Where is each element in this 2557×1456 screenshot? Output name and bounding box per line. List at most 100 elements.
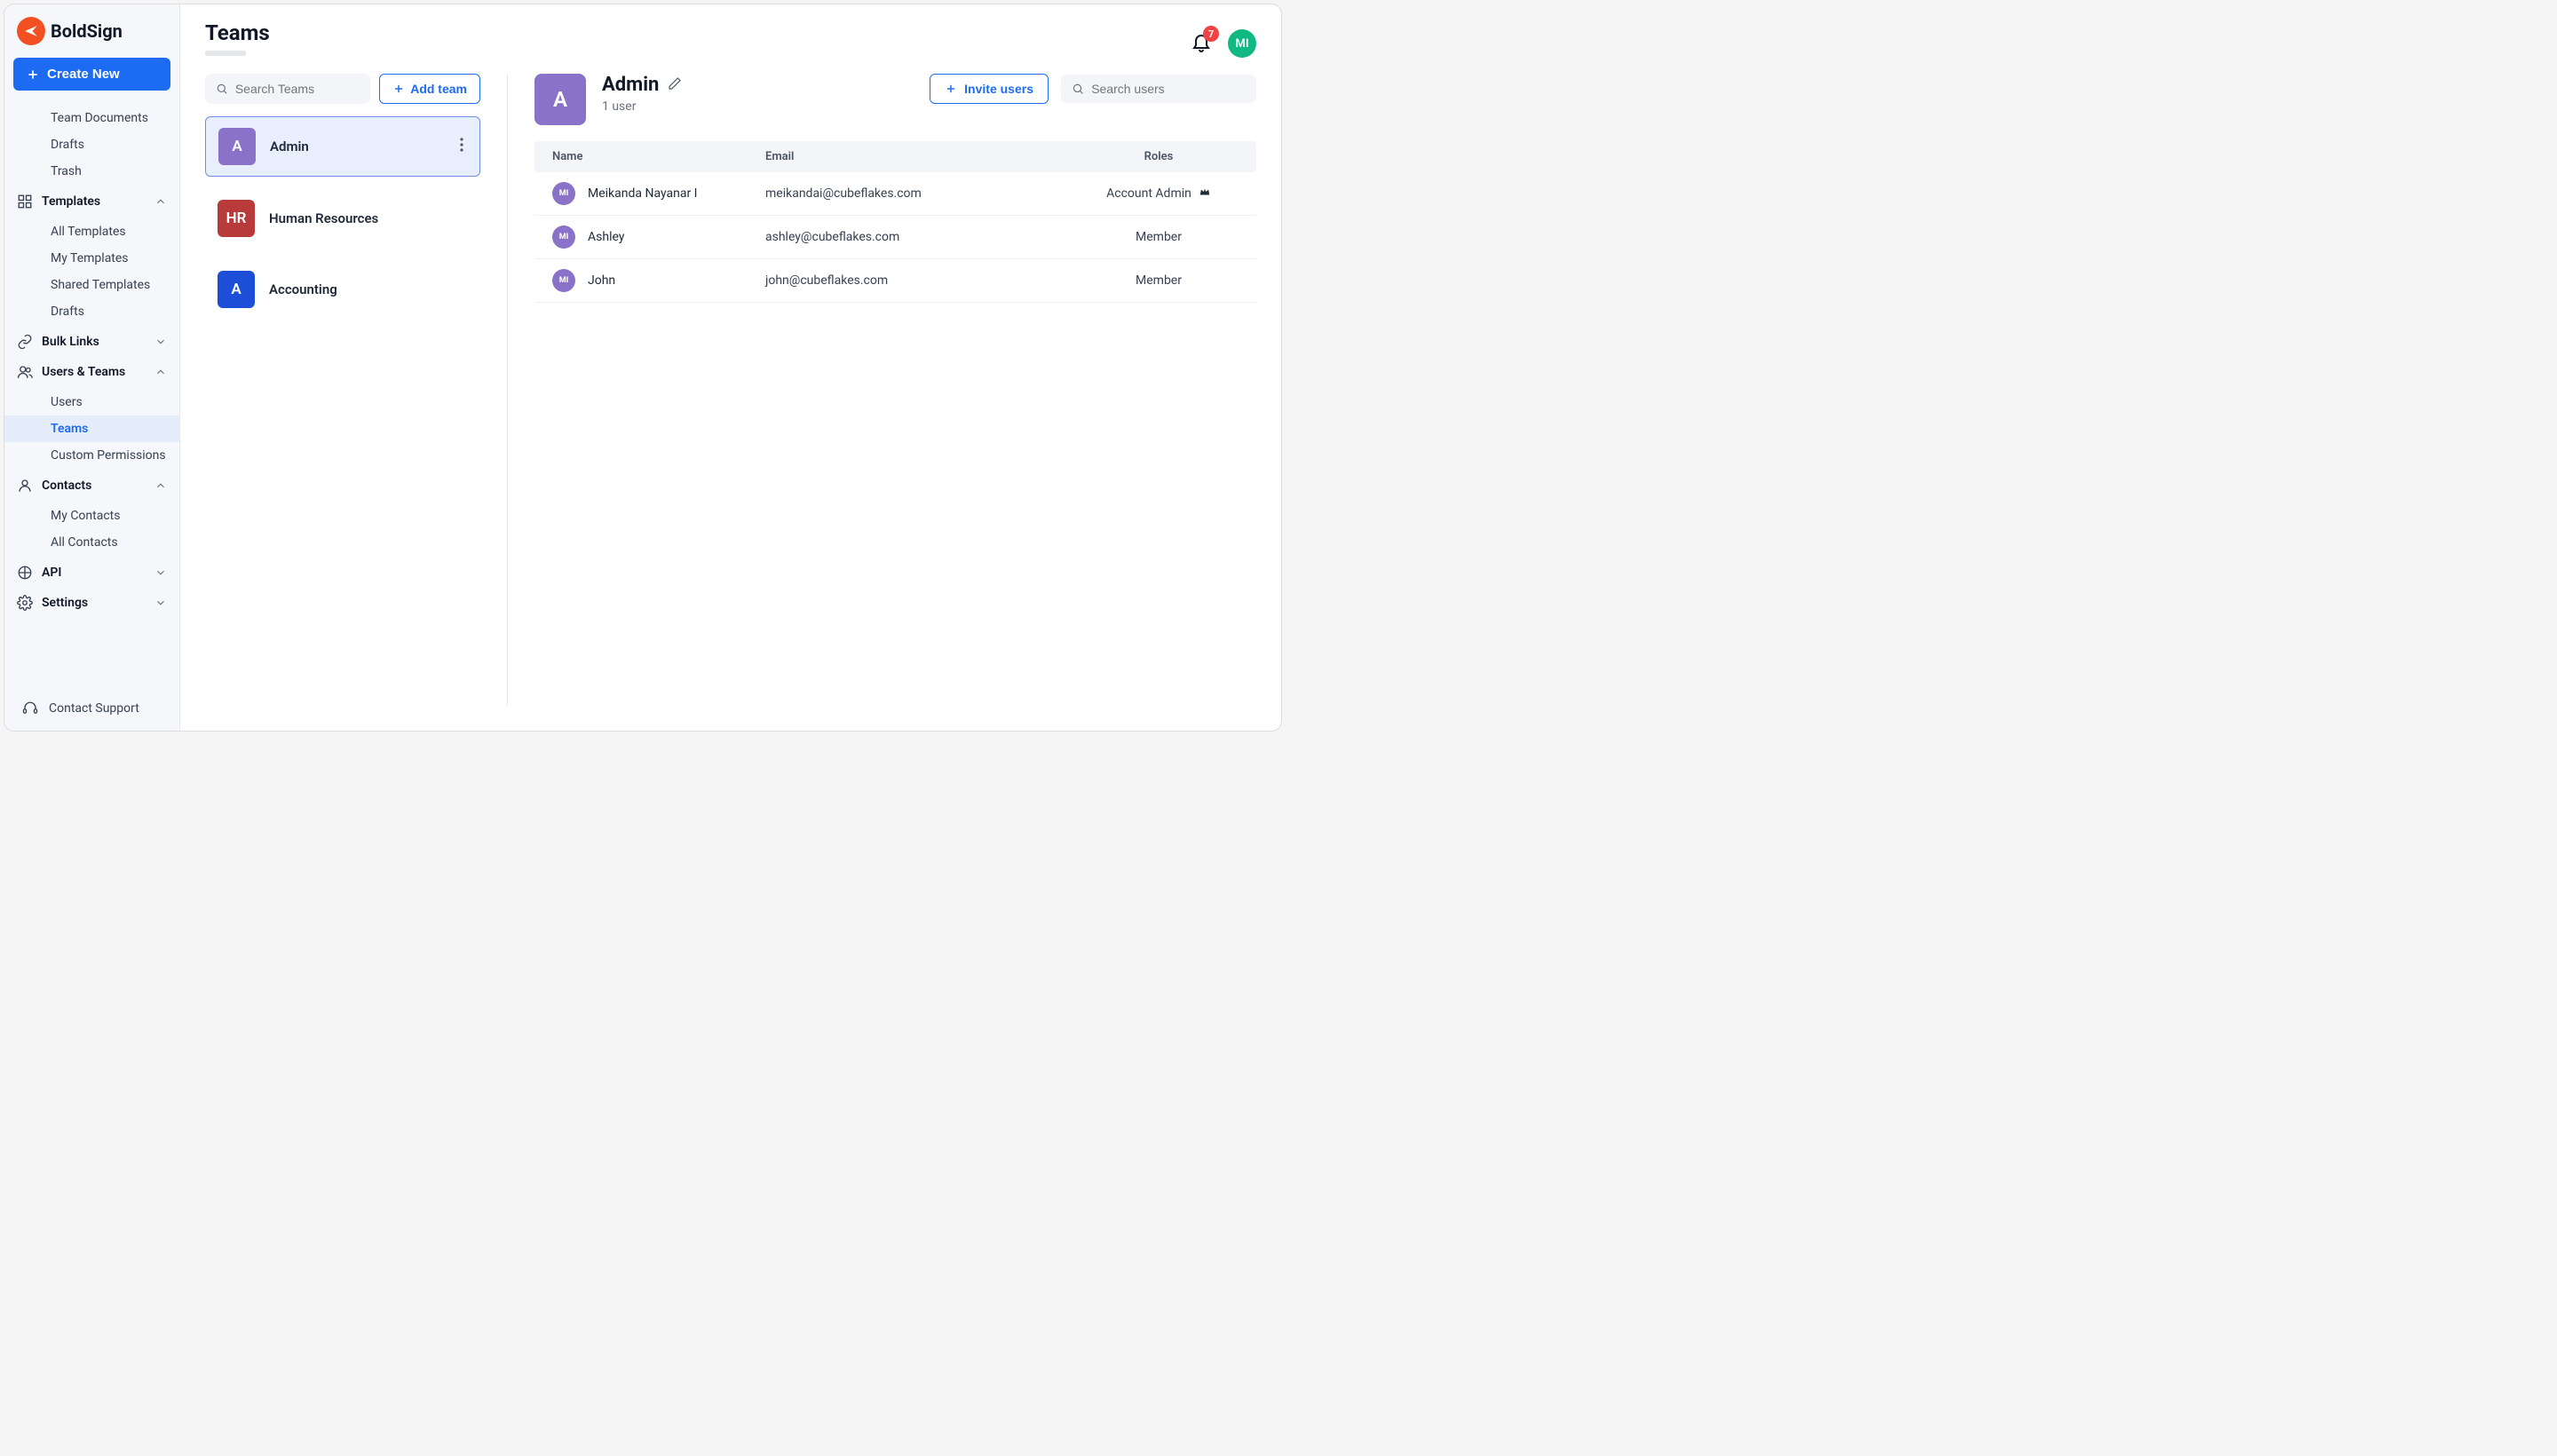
user-row[interactable]: MIMeikanda Nayanar Imeikandai@cubeflakes… — [534, 172, 1256, 216]
user-role: Account Admin — [1106, 186, 1191, 201]
users-table-header: Name Email Roles — [534, 141, 1256, 172]
user-row[interactable]: MI Ashley ashley@cubeflakes.com Member — [534, 216, 1256, 259]
team-detail-actions: Invite users — [930, 74, 1256, 104]
search-users-box[interactable] — [1061, 75, 1256, 103]
user-avatar-icon: MI — [552, 226, 575, 249]
api-icon — [17, 565, 33, 581]
user-avatar-icon: MI — [552, 269, 575, 292]
sidebar: BoldSign Create New Team Documents Draft… — [4, 4, 180, 731]
team-title-row: Admin — [602, 74, 682, 96]
notifications-button[interactable]: 7 — [1191, 31, 1212, 56]
user-role-cell: Member — [1079, 230, 1239, 244]
nav-custom-permissions[interactable]: Custom Permissions — [4, 442, 179, 469]
team-title: Admin — [602, 74, 659, 96]
col-header-role: Roles — [1079, 150, 1239, 163]
app-window: BoldSign Create New Team Documents Draft… — [4, 4, 1282, 732]
contact-icon — [17, 478, 33, 494]
team-chip: A — [218, 128, 256, 165]
add-team-label: Add team — [410, 82, 467, 96]
contact-support[interactable]: Contact Support — [4, 692, 179, 722]
nav-all-contacts[interactable]: All Contacts — [4, 529, 179, 556]
col-header-email: Email — [765, 150, 1079, 163]
page-title-wrap: Teams — [205, 20, 270, 56]
nav-templates-header[interactable]: Templates — [4, 186, 179, 217]
user-row[interactable]: MIJohnjohn@cubeflakes.com Member — [534, 259, 1256, 303]
team-name: Admin — [270, 138, 309, 154]
user-email: ashley@cubeflakes.com — [765, 230, 1079, 244]
nav-settings-header[interactable]: Settings — [4, 588, 179, 618]
plus-icon — [26, 67, 40, 82]
team-title-block: Admin 1 user — [602, 74, 682, 114]
nav-trash[interactable]: Trash — [4, 158, 179, 185]
brand-logo[interactable]: BoldSign — [4, 17, 179, 58]
user-avatar[interactable]: MI — [1228, 29, 1256, 58]
team-detail-panel: A Admin 1 user Invite user — [534, 74, 1256, 706]
nav-users-teams-header[interactable]: Users & Teams — [4, 357, 179, 387]
nav-contacts-label: Contacts — [42, 479, 91, 493]
user-name-cell: MI Ashley — [552, 226, 765, 249]
headset-icon — [22, 700, 38, 716]
brand-mark-icon — [17, 17, 45, 45]
nav-all-templates[interactable]: All Templates — [4, 218, 179, 245]
user-name-cell: MIJohn — [552, 269, 765, 292]
nav-users[interactable]: Users — [4, 389, 179, 415]
users-table: Name Email Roles MIMeikanda Nayanar Imei… — [534, 141, 1256, 303]
notifications-badge: 7 — [1203, 26, 1219, 42]
nav-my-contacts[interactable]: My Contacts — [4, 502, 179, 529]
nav-templates-label: Templates — [42, 194, 100, 209]
topbar: Teams 7 MI — [180, 4, 1281, 58]
user-role: Member — [1136, 273, 1182, 288]
nav-settings-label: Settings — [42, 596, 88, 610]
contact-support-label: Contact Support — [49, 701, 139, 716]
grid-icon — [17, 194, 33, 210]
nav-api-header[interactable]: API — [4, 558, 179, 588]
nav-bulk-links-header[interactable]: Bulk Links — [4, 327, 179, 357]
team-item[interactable]: A Admin — [205, 116, 480, 177]
plus-icon — [392, 83, 405, 95]
team-menu-button[interactable] — [456, 134, 467, 159]
nav-templates-sub: All Templates My Templates Shared Templa… — [4, 217, 179, 327]
search-icon — [1072, 82, 1084, 96]
gear-icon — [17, 595, 33, 611]
chevron-down-icon — [154, 597, 167, 609]
nav-users-teams-sub: Users Teams Custom Permissions — [4, 387, 179, 471]
nav-teams[interactable]: Teams — [4, 415, 179, 442]
search-teams-input[interactable] — [235, 82, 360, 96]
team-chip: A — [218, 271, 255, 308]
user-name: Ashley — [588, 230, 624, 244]
user-email: john@cubeflakes.com — [765, 273, 1079, 288]
user-name: Meikanda Nayanar I — [588, 186, 697, 201]
main-area: Teams 7 MI — [180, 4, 1281, 731]
nav-shared-templates[interactable]: Shared Templates — [4, 272, 179, 298]
sidebar-nav: Team Documents Drafts Trash Templates Al… — [4, 103, 179, 692]
create-new-label: Create New — [47, 67, 120, 82]
add-team-button[interactable]: Add team — [379, 74, 480, 104]
team-item[interactable]: AAccounting — [205, 260, 480, 319]
page-title: Teams — [205, 20, 270, 45]
nav-docs-group: Team Documents Drafts Trash — [4, 103, 179, 186]
search-users-input[interactable] — [1091, 82, 1246, 96]
chevron-up-icon — [154, 366, 167, 378]
nav-contacts-header[interactable]: Contacts — [4, 471, 179, 501]
teams-list-panel: Add team A Admin HRHuman Resources AAccount… — [205, 74, 480, 706]
user-role: Member — [1136, 230, 1182, 244]
nav-drafts[interactable]: Drafts — [4, 131, 179, 158]
users-icon — [17, 364, 33, 380]
pencil-icon — [668, 76, 682, 91]
team-chip: HR — [218, 200, 255, 237]
edit-team-button[interactable] — [668, 76, 682, 94]
nav-bulk-links-label: Bulk Links — [42, 335, 99, 349]
brand-name: BoldSign — [51, 20, 123, 42]
nav-api-label: API — [42, 566, 61, 580]
team-item[interactable]: HRHuman Resources — [205, 189, 480, 248]
invite-users-button[interactable]: Invite users — [930, 74, 1049, 104]
nav-template-drafts[interactable]: Drafts — [4, 298, 179, 325]
plus-icon — [945, 83, 957, 95]
search-teams-box[interactable] — [205, 74, 370, 104]
title-underline — [205, 51, 246, 56]
create-new-button[interactable]: Create New — [13, 58, 170, 91]
link-icon — [17, 334, 33, 350]
nav-my-templates[interactable]: My Templates — [4, 245, 179, 272]
nav-team-documents[interactable]: Team Documents — [4, 105, 179, 131]
team-chip: A — [534, 74, 586, 125]
